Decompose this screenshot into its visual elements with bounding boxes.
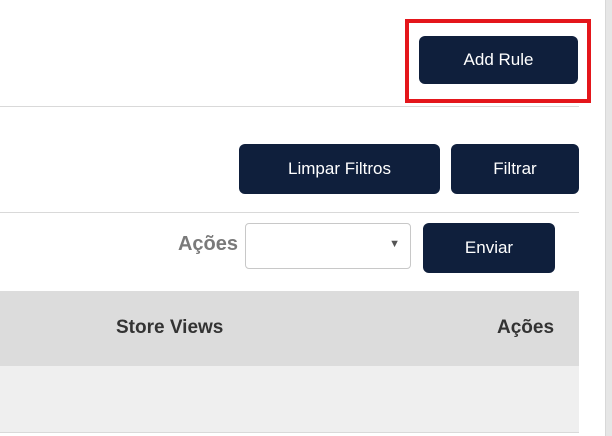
column-header-store-views[interactable]: Store Views [116,317,223,339]
divider-middle [0,212,579,213]
page-right-edge [605,0,612,436]
mass-actions-select[interactable]: ▼ [245,223,411,269]
column-header-acoes[interactable]: Ações [497,317,554,339]
mass-actions-label: Ações [177,233,238,255]
add-rule-button[interactable]: Add Rule [419,36,578,84]
chevron-down-icon: ▼ [389,238,400,250]
filter-button[interactable]: Filtrar [451,144,579,194]
table-row [0,366,579,432]
submit-button[interactable]: Enviar [423,223,555,273]
divider-top [0,106,579,107]
divider-bottom [0,432,579,433]
table-header: Store Views Ações [0,291,579,366]
clear-filters-button[interactable]: Limpar Filtros [239,144,440,194]
